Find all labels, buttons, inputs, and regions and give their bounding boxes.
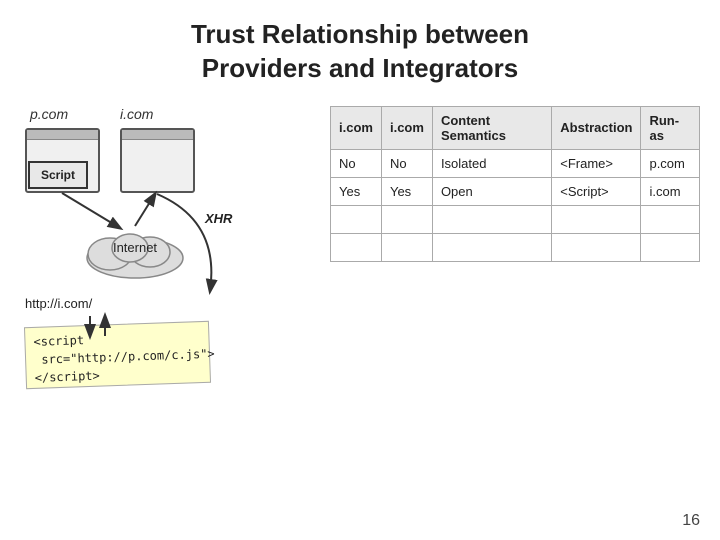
empty-cell [552, 233, 641, 261]
xhr-label: XHR [205, 211, 232, 226]
col-header-abstraction: Abstraction [552, 106, 641, 149]
empty-cell [381, 205, 432, 233]
cell-runas-row2: i.com [641, 177, 700, 205]
table-header-row: i.com i.com Content Semantics Abstractio… [331, 106, 700, 149]
icom-label: i.com [120, 106, 153, 122]
cell-icom1-row1: No [331, 149, 382, 177]
empty-cell [641, 205, 700, 233]
browser-bar [27, 130, 98, 140]
col-header-icom1: i.com [331, 106, 382, 149]
empty-cell [552, 205, 641, 233]
diagram-area: p.com i.com Script Internet XHR http [20, 106, 320, 426]
cell-icom1-row2: Yes [331, 177, 382, 205]
col-header-content-semantics: Content Semantics [432, 106, 551, 149]
cell-semantics-row2: Open [432, 177, 551, 205]
cell-abstraction-row2: <Script> [552, 177, 641, 205]
code-box: <script src="http://p.com/c.js"> </scrip… [24, 320, 211, 388]
empty-cell [331, 205, 382, 233]
pcom-label: p.com [30, 106, 68, 122]
http-label: http://i.com/ [25, 296, 92, 311]
cell-icom2-row2: Yes [381, 177, 432, 205]
table-area: i.com i.com Content Semantics Abstractio… [330, 106, 700, 426]
cell-runas-row1: p.com [641, 149, 700, 177]
script-box: Script [28, 161, 88, 189]
icom-browser-bar [122, 130, 193, 140]
empty-cell [641, 233, 700, 261]
empty-cell [331, 233, 382, 261]
empty-cell [432, 205, 551, 233]
cell-icom2-row1: No [381, 149, 432, 177]
cell-abstraction-row1: <Frame> [552, 149, 641, 177]
table-row-empty2 [331, 233, 700, 261]
internet-label: Internet [80, 240, 190, 255]
table-row-empty1 [331, 205, 700, 233]
page-title: Trust Relationship between Providers and… [0, 0, 720, 96]
page-number: 16 [682, 512, 700, 530]
trust-table: i.com i.com Content Semantics Abstractio… [330, 106, 700, 262]
empty-cell [381, 233, 432, 261]
internet-cloud: Internet [80, 226, 190, 281]
table-row: No No Isolated <Frame> p.com [331, 149, 700, 177]
col-header-runas: Run-as [641, 106, 700, 149]
table-row: Yes Yes Open <Script> i.com [331, 177, 700, 205]
empty-cell [432, 233, 551, 261]
cell-semantics-row1: Isolated [432, 149, 551, 177]
col-header-icom2: i.com [381, 106, 432, 149]
icom-browser [120, 128, 195, 193]
